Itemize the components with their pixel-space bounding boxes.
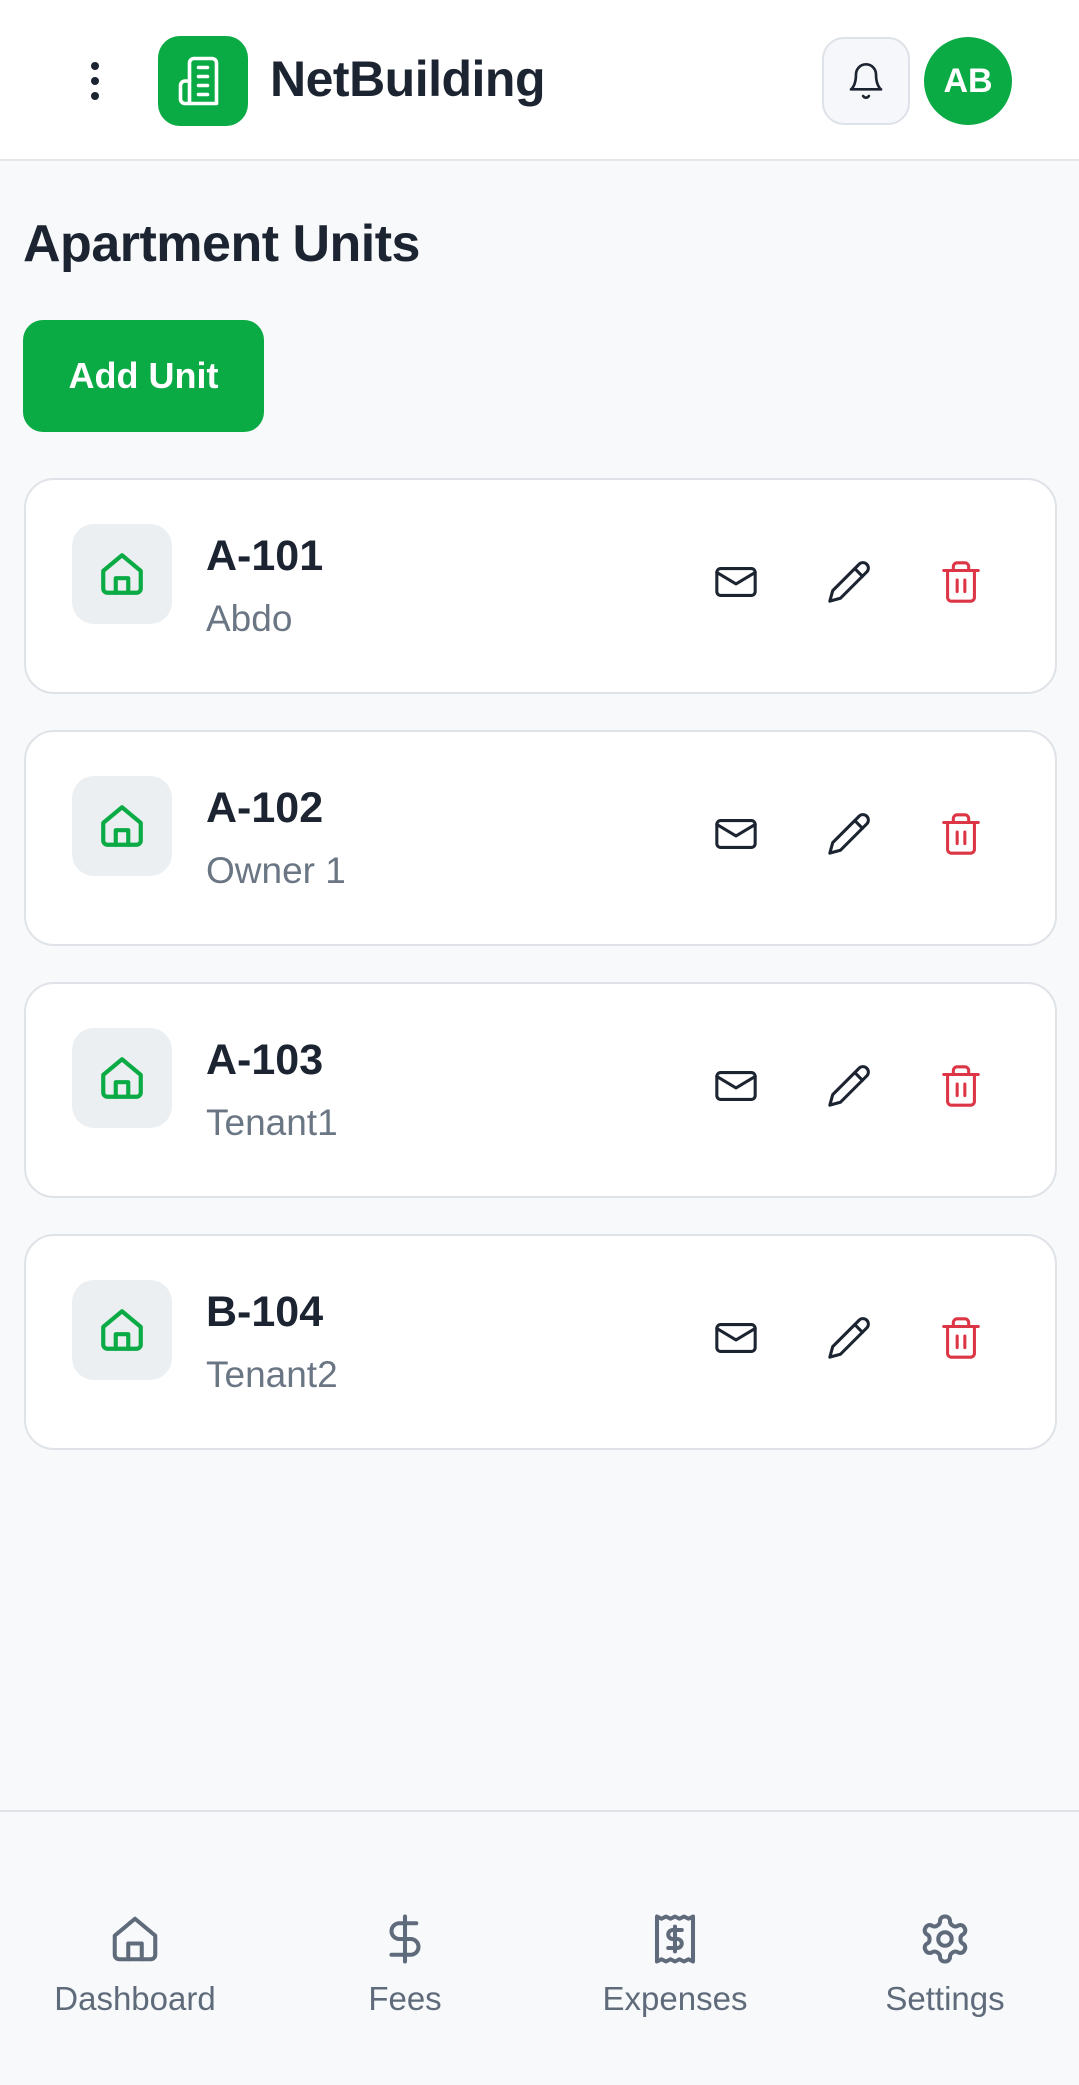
home-icon: [112, 1916, 158, 1962]
delete-unit-button[interactable]: [929, 802, 993, 866]
email-unit-button[interactable]: [704, 550, 768, 614]
edit-unit-button[interactable]: [817, 1306, 881, 1370]
menu-dot: [91, 62, 99, 70]
unit-icon-box: [72, 776, 172, 876]
email-unit-button[interactable]: [704, 1306, 768, 1370]
nav-label: Dashboard: [54, 1980, 216, 2017]
nav-item-settings[interactable]: Settings: [825, 1912, 1065, 2018]
nav-item-expenses[interactable]: Expenses: [555, 1912, 795, 2018]
unit-owner: Tenant2: [206, 1354, 338, 1395]
edit-icon: [828, 561, 870, 603]
unit-card[interactable]: B-104 Tenant2: [24, 1234, 1057, 1450]
nav-item-fees[interactable]: Fees: [285, 1912, 525, 2018]
home-icon: [101, 1057, 143, 1099]
dollar-icon: [389, 1914, 421, 1964]
add-unit-button[interactable]: Add Unit: [23, 320, 264, 432]
home-icon: [101, 553, 143, 595]
receipt-icon: [654, 1914, 696, 1964]
unit-icon-box: [72, 1280, 172, 1380]
mail-icon: [715, 567, 757, 597]
menu-dot: [91, 77, 99, 85]
bottom-nav: Dashboard Fees Expenses Settings: [0, 1810, 1079, 2085]
nav-label: Settings: [885, 1980, 1005, 2017]
app-header: NetBuilding AB: [0, 0, 1079, 161]
nav-item-dashboard[interactable]: Dashboard: [15, 1912, 255, 2018]
edit-icon: [828, 813, 870, 855]
unit-card[interactable]: A-102 Owner 1: [24, 730, 1057, 946]
unit-name: A-101: [206, 532, 324, 580]
edit-unit-button[interactable]: [817, 1054, 881, 1118]
app-logo[interactable]: [158, 36, 248, 126]
unit-owner: Tenant1: [206, 1102, 338, 1143]
mail-icon: [715, 819, 757, 849]
unit-name: B-104: [206, 1288, 324, 1336]
mail-icon: [715, 1323, 757, 1353]
building-icon: [178, 56, 219, 106]
unit-name: A-102: [206, 784, 324, 832]
unit-card[interactable]: A-103 Tenant1: [24, 982, 1057, 1198]
trash-icon: [942, 813, 980, 855]
mail-icon: [715, 1071, 757, 1101]
app-title: NetBuilding: [270, 51, 546, 107]
edit-icon: [828, 1065, 870, 1107]
user-avatar[interactable]: AB: [924, 37, 1012, 125]
unit-card[interactable]: A-101 Abdo: [24, 478, 1057, 694]
more-menu-button[interactable]: [72, 58, 118, 104]
edit-unit-button[interactable]: [817, 802, 881, 866]
menu-dot: [91, 92, 99, 100]
home-icon: [101, 1309, 143, 1351]
unit-owner: Owner 1: [206, 850, 346, 891]
nav-label: Fees: [368, 1980, 442, 2017]
email-unit-button[interactable]: [704, 1054, 768, 1118]
page-title: Apartment Units: [23, 215, 420, 273]
delete-unit-button[interactable]: [929, 550, 993, 614]
trash-icon: [942, 561, 980, 603]
edit-icon: [828, 1317, 870, 1359]
unit-icon-box: [72, 1028, 172, 1128]
unit-icon-box: [72, 524, 172, 624]
delete-unit-button[interactable]: [929, 1306, 993, 1370]
edit-unit-button[interactable]: [817, 550, 881, 614]
notifications-button[interactable]: [822, 37, 910, 125]
trash-icon: [942, 1317, 980, 1359]
trash-icon: [942, 1065, 980, 1107]
delete-unit-button[interactable]: [929, 1054, 993, 1118]
nav-label: Expenses: [602, 1980, 748, 2017]
gear-icon: [922, 1914, 968, 1964]
bell-icon: [849, 63, 883, 99]
unit-owner: Abdo: [206, 598, 293, 639]
home-icon: [101, 805, 143, 847]
unit-name: A-103: [206, 1036, 324, 1084]
email-unit-button[interactable]: [704, 802, 768, 866]
